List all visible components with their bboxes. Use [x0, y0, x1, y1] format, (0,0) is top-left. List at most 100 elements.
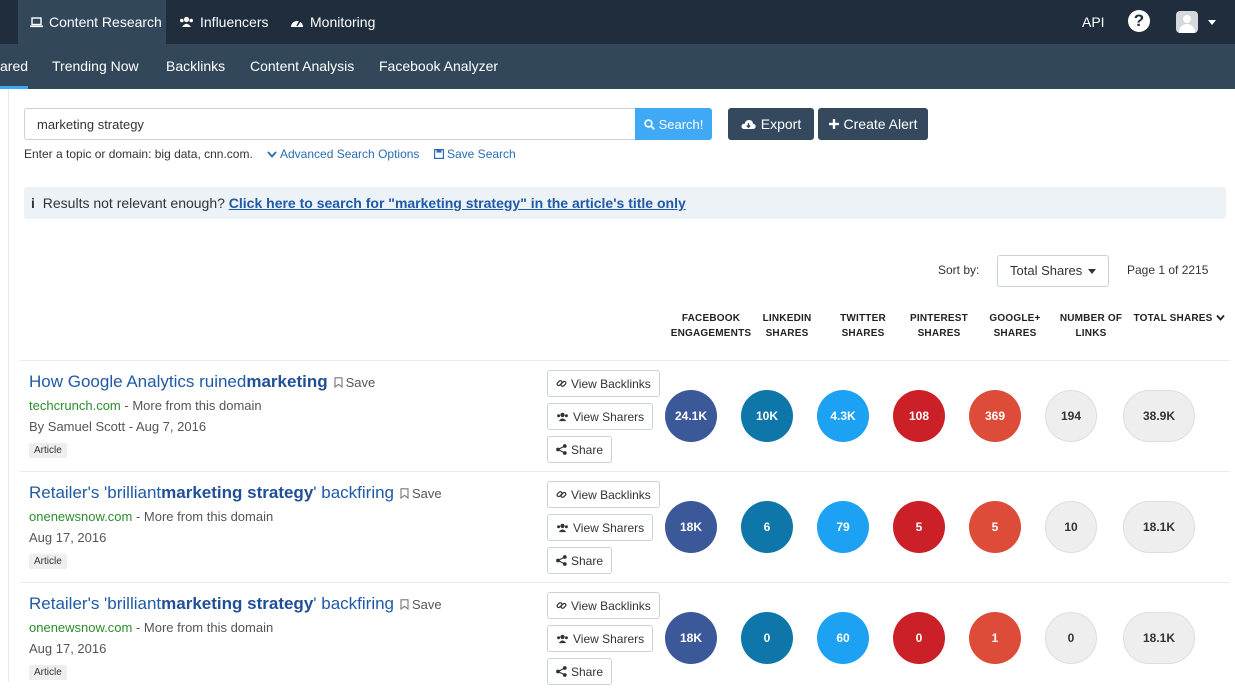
result-meta: Aug 17, 2016: [29, 641, 107, 656]
col-number-of-links[interactable]: NUMBER OF LINKS: [1049, 311, 1133, 341]
view-sharers-label: View Sharers: [573, 631, 645, 646]
col-linkedin-shares[interactable]: LINKEDIN SHARES: [745, 311, 829, 341]
col-total-shares[interactable]: TOTAL SHARES: [1130, 311, 1228, 326]
link-icon: [556, 491, 567, 498]
stat-pinterest-shares: 108: [893, 390, 945, 442]
search-hint: Enter a topic or domain: big data, cnn.c…: [24, 147, 253, 161]
save-label: Save: [412, 485, 442, 501]
nav-content-research[interactable]: Content Research: [18, 0, 166, 44]
save-label: Save: [345, 374, 376, 390]
domain-link[interactable]: techcrunch.com: [29, 398, 121, 413]
nav-influencers[interactable]: Influencers: [179, 0, 268, 44]
result-row: Retailer's 'brilliant marketing strategy…: [20, 582, 1230, 693]
view-backlinks-button[interactable]: View Backlinks: [547, 481, 660, 508]
stat-number-of-links: 10: [1045, 501, 1097, 553]
users-icon: [557, 523, 568, 532]
tab-backlinks[interactable]: Backlinks: [166, 44, 225, 89]
view-sharers-button[interactable]: View Sharers: [547, 403, 654, 430]
save-button[interactable]: Save: [334, 374, 376, 390]
api-link[interactable]: API: [1082, 14, 1105, 30]
content-type-badge: Article: [29, 443, 67, 458]
help-icon[interactable]: ?: [1128, 10, 1150, 32]
content-type-badge: Article: [29, 554, 67, 569]
relevance-notice: i Results not relevant enough? Click her…: [24, 187, 1226, 219]
save-search-label: Save Search: [447, 147, 516, 161]
create-alert-button-label: Create Alert: [843, 116, 918, 132]
page-info: Page 1 of 2215: [1127, 263, 1209, 277]
share-icon: [556, 555, 567, 566]
stat-facebook-engagements: 24.1K: [665, 390, 717, 442]
tab-trending-now[interactable]: Trending Now: [52, 44, 139, 89]
domain-link[interactable]: onenewsnow.com: [29, 620, 132, 635]
view-backlinks-label: View Backlinks: [571, 598, 651, 613]
result-meta: Aug 17, 2016: [29, 530, 107, 545]
result-title-text: ' backfiring: [313, 483, 395, 502]
nav-monitoring[interactable]: Monitoring: [290, 0, 375, 44]
col-googleplus-shares[interactable]: GOOGLE+ SHARES: [973, 311, 1057, 341]
result-domain: onenewsnow.com - More from this domain: [29, 509, 273, 524]
notice-text: Results not relevant enough?: [42, 195, 225, 211]
result-title[interactable]: How Google Analytics ruined marketing Sav…: [29, 372, 375, 392]
save-search-link[interactable]: Save Search: [434, 147, 516, 161]
col-pinterest-shares[interactable]: PINTEREST SHARES: [897, 311, 981, 341]
top-navbar: Content Research Influencers Monitoring …: [0, 0, 1235, 44]
create-alert-button[interactable]: Create Alert: [818, 108, 928, 140]
share-button[interactable]: Share: [547, 547, 613, 574]
more-from-domain-link[interactable]: - More from this domain: [132, 620, 273, 635]
save-button[interactable]: Save: [400, 597, 442, 612]
stat-total-shares: 18.1K: [1123, 612, 1195, 664]
view-sharers-button[interactable]: View Sharers: [547, 625, 654, 652]
tab-facebook-analyzer[interactable]: Facebook Analyzer: [379, 44, 498, 89]
bookmark-icon: [400, 487, 409, 499]
view-backlinks-button[interactable]: View Backlinks: [547, 592, 660, 619]
link-icon: [556, 380, 567, 387]
sort-select[interactable]: Total Shares: [997, 255, 1109, 287]
stat-googleplus-shares: 369: [969, 390, 1021, 442]
share-button[interactable]: Share: [547, 436, 613, 463]
stat-twitter-shares: 4.3K: [817, 390, 869, 442]
search-input[interactable]: [24, 108, 635, 140]
nav-influencers-label: Influencers: [200, 14, 269, 30]
chevron-down-icon[interactable]: [1208, 20, 1216, 25]
view-backlinks-button[interactable]: View Backlinks: [547, 370, 660, 397]
sub-navbar: ared Trending Now Backlinks Content Anal…: [0, 44, 1235, 89]
col-facebook-engagements[interactable]: FACEBOOK ENGAGEMENTS: [669, 311, 753, 341]
view-sharers-label: View Sharers: [573, 409, 645, 424]
result-domain: onenewsnow.com - More from this domain: [29, 620, 273, 635]
stat-pinterest-shares: 0: [893, 612, 945, 664]
result-row: How Google Analytics ruined marketing Sav…: [20, 360, 1230, 471]
plus-icon: [828, 119, 839, 129]
left-divider: [8, 89, 9, 682]
content-type-badge: Article: [29, 665, 67, 680]
nav-content-research-label: Content Research: [49, 14, 162, 30]
result-title[interactable]: Retailer's 'brilliant marketing strategy…: [29, 483, 442, 503]
col-twitter-shares[interactable]: TWITTER SHARES: [821, 311, 905, 341]
view-sharers-button[interactable]: View Sharers: [547, 514, 654, 541]
result-title-text: How Google Analytics ruined: [29, 372, 247, 391]
link-icon: [556, 602, 567, 609]
users-icon: [180, 16, 193, 27]
share-label: Share: [571, 664, 604, 679]
bookmark-icon: [334, 376, 343, 388]
save-label: Save: [412, 596, 442, 612]
stat-pinterest-shares: 5: [893, 501, 945, 553]
advanced-search-link[interactable]: Advanced Search Options: [267, 147, 419, 161]
search-button[interactable]: Search!: [635, 108, 712, 140]
share-button[interactable]: Share: [547, 658, 613, 685]
info-icon: i: [31, 195, 35, 211]
export-button[interactable]: Export: [728, 108, 814, 140]
result-title[interactable]: Retailer's 'brilliant marketing strategy…: [29, 594, 442, 614]
save-button[interactable]: Save: [400, 486, 442, 501]
dashboard-icon: [291, 20, 303, 27]
tab-most-shared[interactable]: ared: [0, 44, 29, 89]
floppy-icon: [434, 149, 444, 159]
tab-content-analysis[interactable]: Content Analysis: [250, 44, 354, 89]
domain-link[interactable]: onenewsnow.com: [29, 509, 132, 524]
more-from-domain-link[interactable]: - More from this domain: [132, 509, 273, 524]
share-label: Share: [571, 553, 604, 568]
stat-googleplus-shares: 1: [969, 612, 1021, 664]
export-button-label: Export: [760, 116, 802, 132]
more-from-domain-link[interactable]: - More from this domain: [121, 398, 261, 413]
avatar[interactable]: [1176, 11, 1198, 33]
title-only-search-link[interactable]: Click here to search for "marketing stra…: [229, 195, 686, 211]
